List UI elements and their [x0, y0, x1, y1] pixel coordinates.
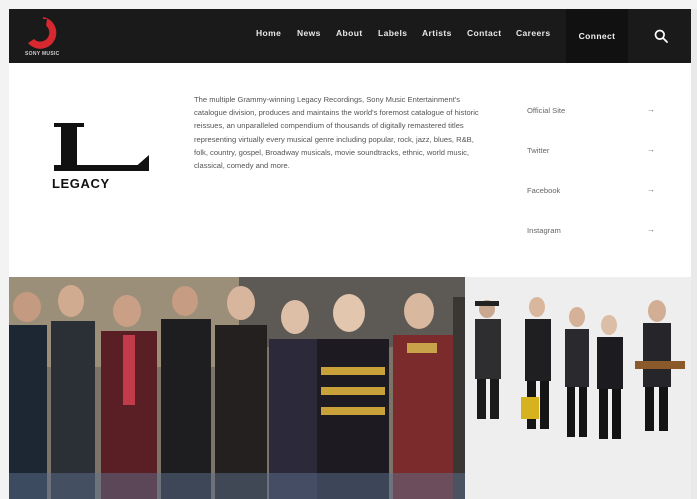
arrow-right-icon: → [647, 225, 655, 234]
sony-music-logo-mark [28, 17, 57, 49]
sony-music-logo[interactable]: SONY MUSIC [19, 15, 67, 57]
nav-news[interactable]: News [297, 28, 321, 38]
band-photo-illustration [465, 277, 691, 499]
link-official-site[interactable]: Official Site → [527, 94, 655, 134]
link-facebook[interactable]: Facebook → [527, 174, 655, 214]
link-label: Official Site [527, 106, 566, 115]
artist-photo-illustration [9, 277, 465, 499]
brand-name: SONY MUSIC [25, 51, 60, 57]
search-button[interactable] [630, 9, 691, 63]
nav-careers[interactable]: Careers [516, 28, 550, 38]
link-label: Twitter [527, 146, 550, 155]
legacy-l-mark [54, 123, 149, 171]
artist-photo-group[interactable] [9, 277, 465, 499]
search-icon [654, 29, 668, 43]
arrow-right-icon: → [647, 185, 655, 194]
nav-artists[interactable]: Artists [422, 28, 452, 38]
legacy-logo-word: LEGACY [52, 176, 110, 191]
external-links: Official Site → Twitter → Facebook → Ins… [527, 94, 655, 254]
nav-home[interactable]: Home [256, 28, 281, 38]
artist-photo-band[interactable] [465, 277, 691, 499]
arrow-right-icon: → [647, 105, 655, 114]
label-description: The multiple Grammy-winning Legacy Recor… [194, 95, 479, 171]
nav-contact[interactable]: Contact [467, 28, 501, 38]
connect-button[interactable]: Connect [566, 9, 628, 63]
link-label: Facebook [527, 186, 561, 195]
nav-about[interactable]: About [336, 28, 363, 38]
link-label: Instagram [527, 226, 561, 235]
nav-labels[interactable]: Labels [378, 28, 407, 38]
link-instagram[interactable]: Instagram → [527, 214, 655, 254]
arrow-right-icon: → [647, 145, 655, 154]
page: SONY MUSIC Home News About Labels Artist… [9, 9, 691, 499]
site-header: SONY MUSIC Home News About Labels Artist… [9, 9, 691, 63]
scrollbar-track[interactable] [691, 9, 697, 499]
link-twitter[interactable]: Twitter → [527, 134, 655, 174]
